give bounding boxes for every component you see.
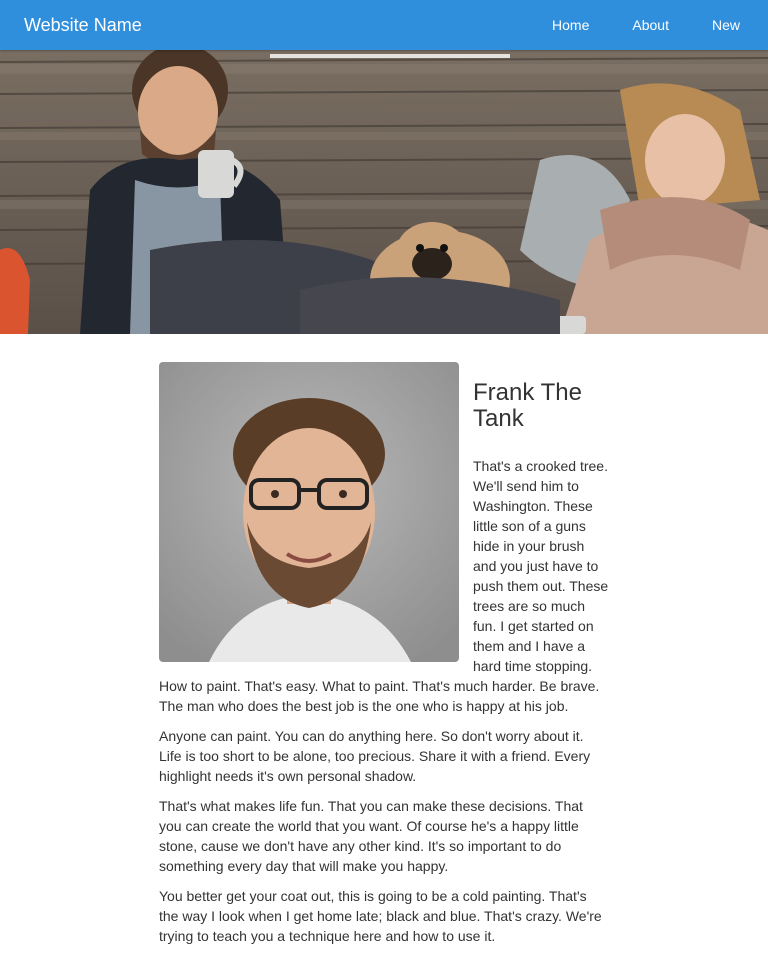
article-paragraph: That's what makes life fun. That you can… [159,798,583,874]
brand-link[interactable]: Website Name [24,14,142,36]
portrait-illustration [159,362,459,662]
nav-link-new[interactable]: New [712,0,740,50]
article-paragraph: Anyone can paint. You can do anything he… [159,728,591,784]
article: Frank The Tank That's a crooked tree. We… [159,362,609,956]
article-paragraph: You better get your coat out, this is go… [159,888,602,944]
hero-illustration [0,50,768,334]
nav-link-about[interactable]: About [632,0,669,50]
nav-links: Home About New [509,0,740,50]
hero-image [0,50,768,334]
top-navbar: Website Name Home About New [0,0,768,50]
nav-link-home[interactable]: Home [552,0,589,50]
portrait-image [159,362,459,662]
